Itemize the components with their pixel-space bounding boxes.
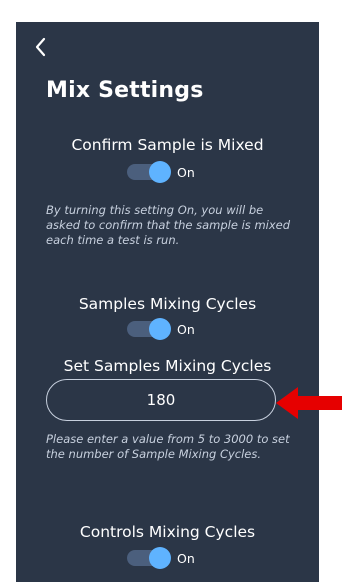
toggle-knob — [149, 161, 171, 183]
toggle-track — [127, 318, 171, 340]
toggle-track — [127, 547, 171, 569]
red-arrow-icon — [276, 387, 342, 419]
confirm-sample-mixed-toggle[interactable]: On — [127, 161, 195, 183]
toggle-state-label: On — [177, 550, 195, 566]
samples-mixing-cycles-input[interactable] — [46, 379, 276, 421]
toggle-state-label: On — [177, 164, 195, 180]
samples-mixing-cycles-label: Samples Mixing Cycles — [78, 295, 257, 313]
samples-mixing-cycles-toggle[interactable]: On — [127, 318, 195, 340]
toggle-knob — [149, 547, 171, 569]
toggle-state-label: On — [177, 321, 195, 337]
chevron-left-icon — [35, 37, 46, 57]
confirm-sample-mixed-help-text: By turning this setting On, you will be … — [46, 203, 291, 247]
set-samples-mixing-cycles-label: Set Samples Mixing Cycles — [63, 357, 272, 375]
back-button[interactable] — [30, 34, 52, 60]
confirm-sample-mixed-label: Confirm Sample is Mixed — [71, 136, 264, 154]
mix-settings-panel: Mix Settings Confirm Sample is Mixed On … — [16, 22, 319, 582]
samples-mixing-cycles-help-text: Please enter a value from 5 to 3000 to s… — [46, 432, 290, 461]
controls-mixing-cycles-label: Controls Mixing Cycles — [79, 523, 256, 541]
toggle-track — [127, 161, 171, 183]
page-title: Mix Settings — [46, 78, 204, 103]
controls-mixing-cycles-toggle[interactable]: On — [127, 547, 195, 569]
toggle-knob — [149, 318, 171, 340]
